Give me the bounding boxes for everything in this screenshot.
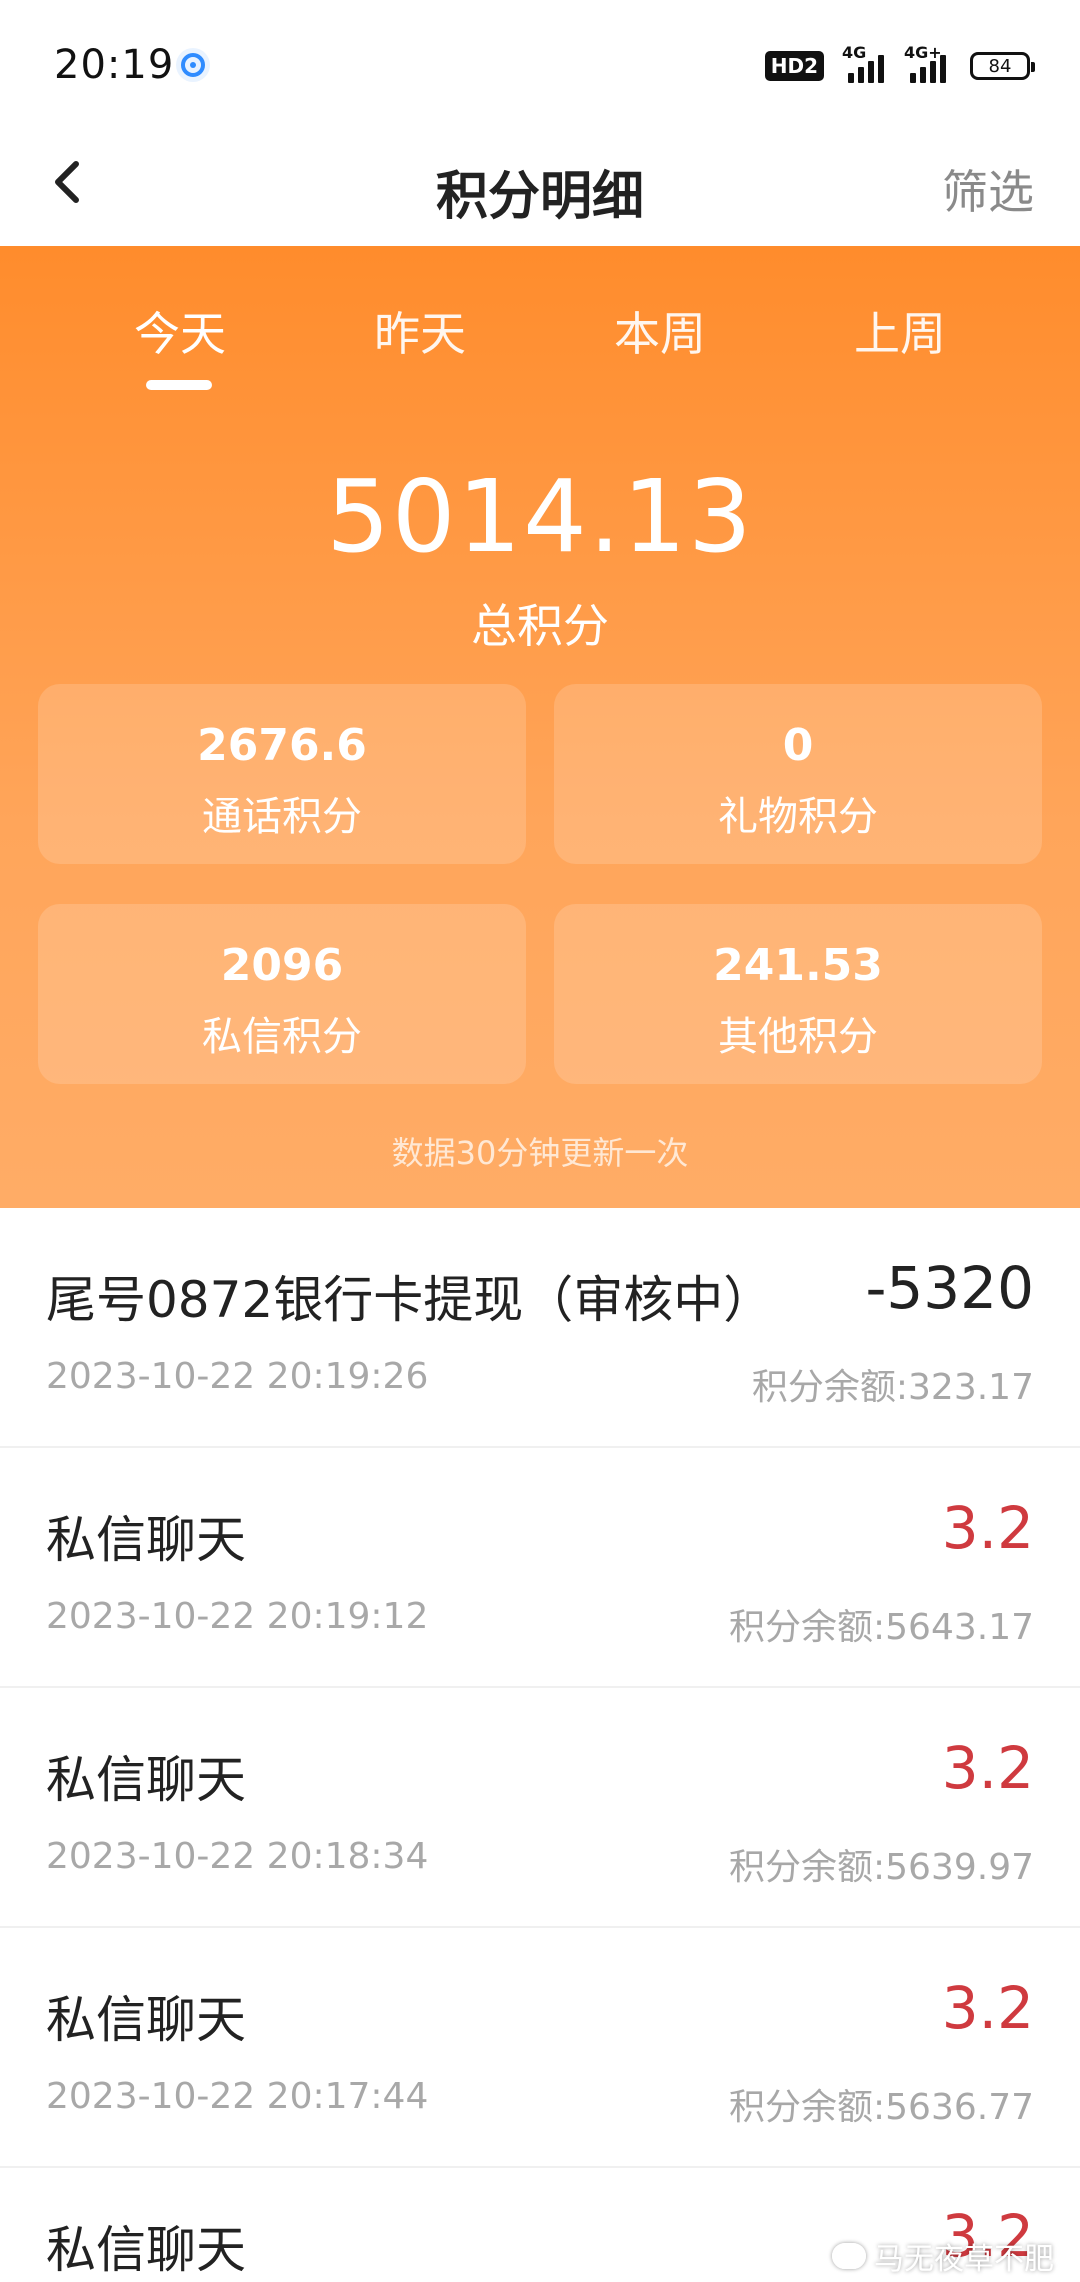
list-item[interactable]: 私信聊天 3.2 2023-10-22 20:18:34 积分余额:5639.9…: [0, 1688, 1080, 1928]
tab-this-week[interactable]: 本周: [540, 298, 780, 364]
stat-message-points: 2096 私信积分: [38, 904, 526, 1084]
chat-bubble-icon: [832, 2243, 866, 2269]
page-title: 积分明细: [435, 167, 644, 227]
record-time: 2023-10-22 20:19:26: [46, 1356, 429, 1397]
stat-gift-points: 0 礼物积分: [554, 684, 1042, 864]
record-amount: -5320: [865, 1254, 1034, 1322]
period-tabs: 今天 昨天 本周 上周: [0, 298, 1080, 388]
status-indicators: HD2 4G 4G+ 84: [764, 43, 1035, 86]
active-tab-indicator: [146, 380, 212, 390]
stat-other-points: 241.53 其他积分: [554, 904, 1042, 1084]
signal-strength-icon: 4G: [842, 43, 886, 83]
total-points-value: 5014.13: [326, 458, 754, 575]
stat-value: 2096: [220, 940, 344, 991]
record-balance: 积分余额:5636.77: [729, 2087, 1034, 2128]
tab-yesterday[interactable]: 昨天: [300, 298, 540, 364]
stat-label: 通话积分: [202, 794, 362, 840]
record-title: 尾号0872银行卡提现（审核中）: [46, 1271, 774, 1329]
record-title: 私信聊天: [46, 1991, 246, 2049]
stat-call-points: 2676.6 通话积分: [38, 684, 526, 864]
record-balance: 积分余额:5643.17: [729, 1607, 1034, 1648]
record-time: 2023-10-22 20:17:44: [46, 2076, 429, 2117]
signal-strength-icon-2: 4G+: [904, 43, 952, 83]
record-amount: 3.2: [941, 1974, 1034, 2042]
filter-button[interactable]: 筛选: [942, 156, 1034, 222]
record-time: 2023-10-22 20:18:34: [46, 1836, 429, 1877]
record-title: 私信聊天: [46, 1751, 246, 1809]
record-title: 私信聊天: [46, 2221, 246, 2279]
record-balance: 积分余额:5639.97: [729, 1847, 1034, 1888]
record-balance: 积分余额:323.17: [751, 1367, 1034, 1408]
stat-value: 241.53: [713, 940, 883, 991]
watermark-text: 马无夜草不肥: [874, 2242, 1054, 2277]
record-title: 私信聊天: [46, 1511, 246, 1569]
tab-last-week[interactable]: 上周: [780, 298, 1020, 364]
stat-value: 2676.6: [197, 720, 367, 771]
stat-value: 0: [782, 720, 814, 771]
list-item[interactable]: 私信聊天 3.2 2023-10-22 20:19:12 积分余额:5643.1…: [0, 1448, 1080, 1688]
watermark: 马无夜草不肥: [832, 2234, 1054, 2278]
list-item[interactable]: 尾号0872银行卡提现（审核中） -5320 2023-10-22 20:19:…: [0, 1208, 1080, 1448]
record-amount: 3.2: [941, 1494, 1034, 1562]
stat-label: 私信积分: [202, 1014, 362, 1060]
record-time: 2023-10-22 20:19:12: [46, 1596, 429, 1637]
total-points-label: 总积分: [471, 599, 609, 653]
status-bar: 20:19 HD2 4G 4G+ 84: [0, 0, 1080, 128]
points-summary-card: 今天 昨天 本周 上周 5014.13 总积分 2676.6 通话积分 0 礼物…: [0, 246, 1080, 1208]
stat-label: 礼物积分: [718, 794, 878, 840]
record-amount: 3.2: [941, 1734, 1034, 1802]
update-frequency-note: 数据30分钟更新一次: [391, 1134, 689, 1172]
tab-today[interactable]: 今天: [60, 298, 300, 364]
hd-voice-icon: HD2: [764, 51, 824, 81]
app-notification-icon: [176, 48, 210, 82]
top-navigation-bar: 积分明细 筛选: [0, 128, 1080, 246]
stat-label: 其他积分: [718, 1014, 878, 1060]
battery-icon: 84: [970, 52, 1035, 80]
status-time: 20:19: [54, 42, 175, 88]
list-item[interactable]: 私信聊天 3.2 2023-10-22 20:17:44 积分余额:5636.7…: [0, 1928, 1080, 2168]
